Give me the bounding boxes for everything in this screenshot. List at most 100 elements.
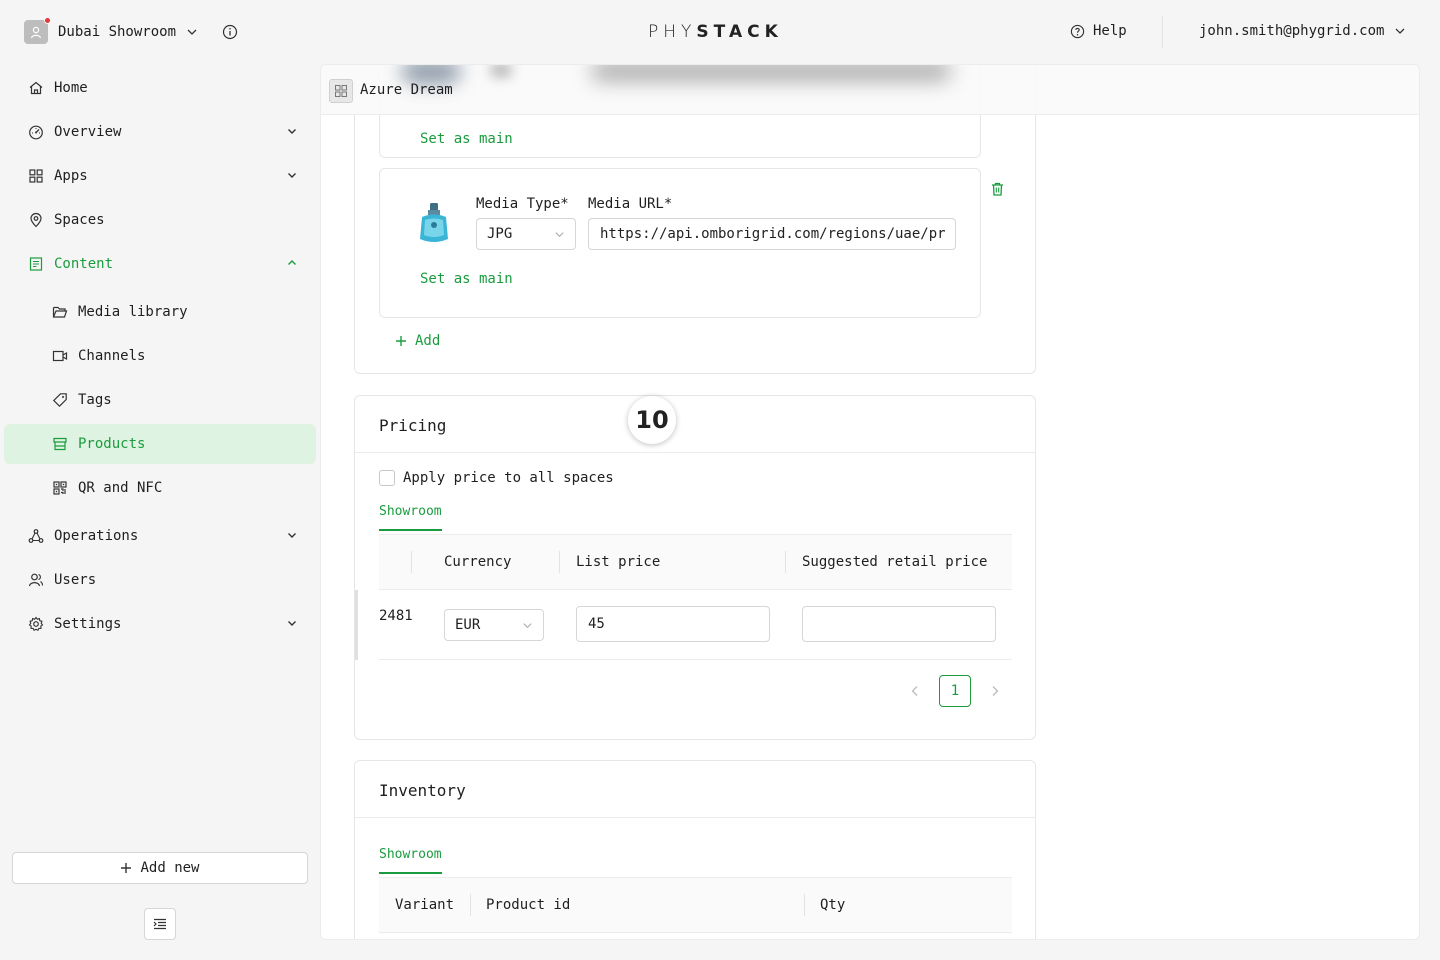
pricing-title: Pricing — [379, 416, 447, 435]
chevron-left-icon[interactable] — [910, 685, 920, 697]
table-row: 2481 EUR 45 — [379, 590, 1012, 660]
inventory-title: Inventory — [379, 781, 466, 800]
sidebar-item-products[interactable]: Products — [4, 424, 316, 464]
notification-dot — [44, 17, 51, 24]
chevron-right-icon[interactable] — [990, 685, 1000, 697]
sidebar-item-operations[interactable]: Operations — [4, 516, 316, 556]
column-separator — [470, 894, 471, 916]
column-product-id: Product id — [486, 897, 571, 913]
list-price-value: 45 — [588, 616, 605, 632]
chevron-down-icon[interactable] — [186, 26, 198, 38]
brand-logo[interactable]: PHYSTACK — [648, 22, 783, 42]
media-type-label: Media Type* — [476, 196, 569, 212]
sidebar-item-label: Tags — [78, 392, 112, 408]
sidebar-item-tags[interactable]: Tags — [4, 380, 316, 420]
inventory-table-header: Variant Product id Qty — [379, 877, 1012, 933]
sidebar-item-label: Spaces — [54, 212, 105, 228]
inventory-card: Inventory Showroom Variant Product id Qt… — [354, 760, 1036, 939]
list-price-input[interactable]: 45 — [576, 606, 770, 642]
org-switcher[interactable]: Dubai Showroom — [24, 17, 238, 44]
sidebar-item-overview[interactable]: Overview — [4, 112, 316, 152]
blurred-content — [491, 65, 511, 77]
tab-showroom[interactable]: Showroom — [379, 504, 442, 531]
menu-fold-icon — [153, 918, 166, 930]
column-separator — [804, 894, 805, 916]
delete-icon[interactable] — [991, 182, 1004, 196]
product-header: Azure Dream — [321, 65, 1419, 115]
perfume-bottle-image — [420, 203, 448, 242]
collapse-sidebar-button[interactable] — [144, 908, 176, 940]
currency-select[interactable]: EUR — [444, 609, 544, 641]
sidebar-item-label: Channels — [78, 348, 146, 364]
chevron-down-icon — [1395, 28, 1405, 34]
logo-text-bold: STACK — [696, 22, 783, 42]
sidebar-item-media-library[interactable]: Media library — [4, 292, 316, 332]
home-icon — [29, 81, 43, 95]
sidebar-item-home[interactable]: Home — [4, 68, 316, 108]
sidebar-item-channels[interactable]: Channels — [4, 336, 316, 376]
info-icon[interactable] — [222, 24, 238, 40]
settings-icon — [28, 616, 44, 632]
org-avatar — [24, 17, 51, 44]
divider — [355, 452, 1035, 453]
blurred-content — [591, 65, 951, 81]
sidebar-item-label: Content — [54, 256, 114, 272]
chevron-up-icon — [288, 260, 296, 265]
chevron-down-icon — [555, 231, 564, 237]
chevron-down-icon — [288, 533, 296, 538]
column-separator — [785, 551, 786, 573]
required-marker: * — [560, 196, 569, 212]
org-name: Dubai Showroom — [58, 24, 177, 40]
currency-value: EUR — [455, 617, 481, 633]
sidebar-item-label: Home — [54, 80, 88, 96]
sidebar-item-label: Products — [78, 436, 146, 452]
sidebar-item-users[interactable]: Users — [4, 560, 316, 600]
logo-text-light: PHY — [648, 22, 697, 42]
set-as-main-link[interactable]: Set as main — [420, 271, 513, 287]
media-type-select[interactable]: JPG — [476, 218, 576, 250]
pricing-table-header: Currency List price Suggested retail pri… — [379, 534, 1012, 590]
product-title: Azure Dream — [360, 82, 453, 98]
location-pin-icon — [30, 212, 42, 228]
set-as-main-link[interactable]: Set as main — [420, 131, 513, 147]
media-type-value: JPG — [487, 226, 513, 242]
sidebar-item-apps[interactable]: Apps — [4, 156, 316, 196]
help-button[interactable]: Help — [1070, 23, 1127, 39]
add-label: Add — [415, 333, 441, 349]
help-label: Help — [1093, 23, 1127, 39]
apps-grid-icon — [29, 169, 43, 183]
users-icon — [28, 573, 44, 587]
scroll-shadow — [355, 590, 358, 660]
media-url-label-text: Media URL — [588, 196, 664, 212]
pricing-card: Pricing Apply price to all spaces Showro… — [354, 395, 1036, 740]
question-circle-icon — [1070, 24, 1085, 38]
checkbox[interactable] — [379, 470, 395, 486]
sidebar-item-label: Apps — [54, 168, 88, 184]
sidebar-item-spaces[interactable]: Spaces — [4, 200, 316, 240]
user-menu[interactable]: john.smith@phygrid.com — [1199, 23, 1406, 39]
user-icon — [30, 26, 42, 39]
column-currency: Currency — [444, 554, 512, 570]
add-new-button[interactable]: Add new — [12, 852, 308, 884]
pagination-page-1[interactable]: 1 — [939, 675, 971, 707]
shop-icon — [53, 437, 67, 451]
divider — [355, 817, 1035, 818]
apply-all-spaces-checkbox[interactable]: Apply price to all spaces — [379, 470, 614, 486]
qrcode-icon — [53, 481, 67, 495]
sidebar-item-label: Operations — [54, 528, 139, 544]
sidebar-item-qr-nfc[interactable]: QR and NFC — [4, 468, 316, 508]
tag-icon — [52, 393, 67, 408]
column-qty: Qty — [820, 897, 846, 913]
product-image — [416, 201, 452, 245]
suggested-retail-price-input[interactable] — [802, 606, 996, 642]
column-suggested-retail-price: Suggested retail price — [802, 554, 988, 570]
tab-showroom[interactable]: Showroom — [379, 847, 442, 874]
add-media-button[interactable]: Add — [395, 333, 440, 349]
content-icon — [29, 257, 43, 271]
sidebar-item-content[interactable]: Content — [4, 244, 316, 284]
sidebar-item-settings[interactable]: Settings — [4, 604, 316, 644]
sidebar: Home Overview Apps Spaces Content Media … — [0, 64, 320, 960]
media-url-input[interactable]: https://api.omborigrid.com/regions/uae/p… — [588, 218, 956, 250]
media-url-value: https://api.omborigrid.com/regions/uae/p… — [600, 226, 946, 242]
sidebar-item-label: Overview — [54, 124, 122, 140]
